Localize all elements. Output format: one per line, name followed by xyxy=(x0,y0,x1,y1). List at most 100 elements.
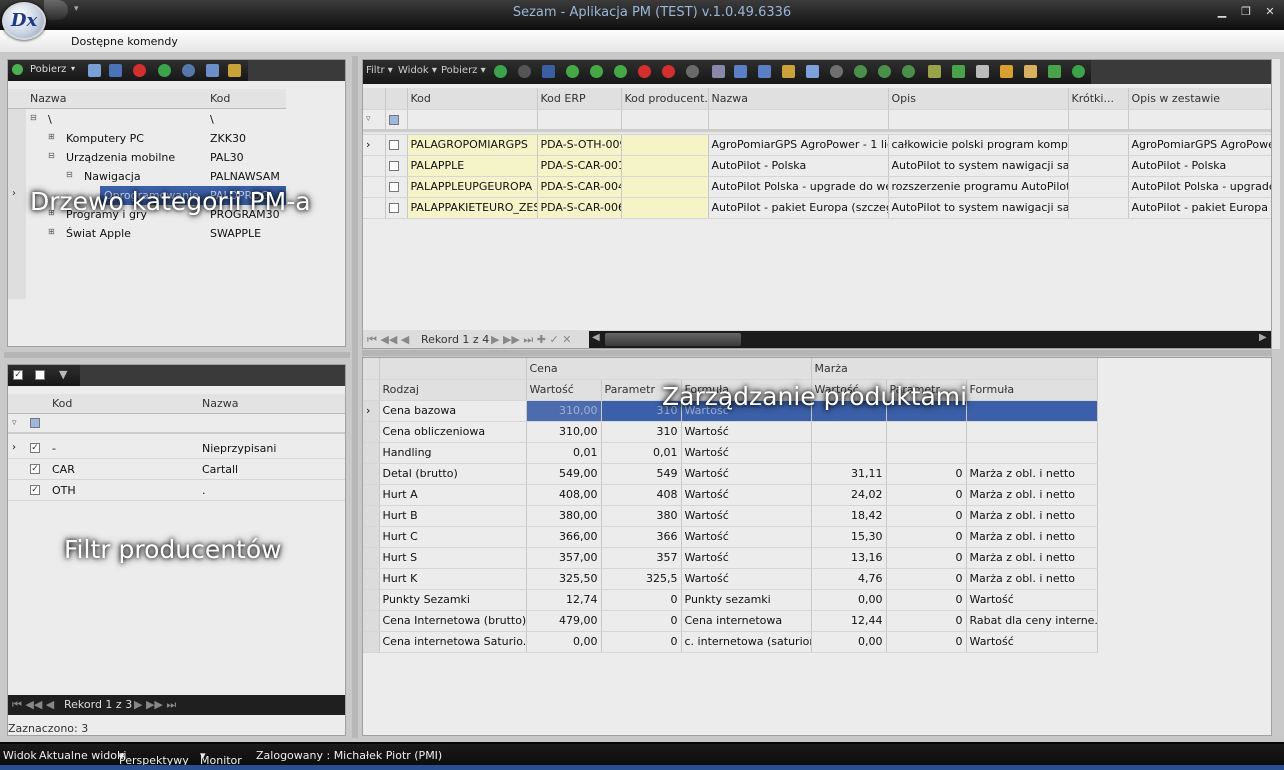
nav-next-icon[interactable]: ▶ ▶▶ ⏭ ✚ ✓ ✕ xyxy=(491,333,571,347)
expand-icon[interactable]: ⊞ xyxy=(48,132,55,141)
col-krotki[interactable]: Krótki... xyxy=(1068,88,1129,110)
row-checkbox[interactable] xyxy=(388,140,399,150)
scroll-left-icon[interactable]: ◀ xyxy=(592,332,600,343)
col-cena-wartosc[interactable]: Wartość xyxy=(526,379,602,401)
package2-icon[interactable] xyxy=(1024,65,1037,78)
product-row[interactable]: PALAPPLEUPGEUROPA PDA-S-CAR-004 AutoPilot … xyxy=(363,176,1271,198)
doc-icon[interactable] xyxy=(976,65,989,78)
doc-add-icon[interactable] xyxy=(928,65,941,78)
save-icon[interactable] xyxy=(542,65,555,78)
horizontal-scrollbar[interactable]: ◀ ▶ xyxy=(589,331,1271,348)
delete-icon[interactable] xyxy=(638,65,651,78)
row-checkbox[interactable] xyxy=(388,161,399,171)
price-row[interactable]: Hurt C 366,00 366 Wartość 15,30 0 Marża z obl.… xyxy=(363,526,1098,548)
doc-plus-icon[interactable] xyxy=(952,65,965,78)
producer-row[interactable]: ✓ CAR Cartall xyxy=(8,459,345,480)
collapse-icon[interactable]: ⊟ xyxy=(48,151,55,160)
tree-row[interactable]: ⊞ Świat Apple SWAPPLE xyxy=(30,224,286,243)
col-opis[interactable]: Opis xyxy=(888,88,1069,110)
refresh-icon[interactable] xyxy=(494,65,507,78)
edit2-icon[interactable] xyxy=(758,65,771,78)
producer-row[interactable]: ✓ OTH. xyxy=(8,480,345,501)
row-checkbox[interactable] xyxy=(388,203,399,213)
filtr-menu[interactable]: Filtr ▾ xyxy=(366,65,393,76)
tool-icon[interactable] xyxy=(712,65,725,78)
tree-col-code[interactable]: Kod xyxy=(210,92,230,105)
check-all-icon[interactable]: ✓ xyxy=(13,370,23,380)
copy-icon[interactable] xyxy=(614,65,627,78)
tree-row[interactable]: ⊟ \ \ xyxy=(30,110,286,129)
collapse-icon[interactable]: ⊟ xyxy=(66,170,73,179)
pobierz-dropdown-icon[interactable]: ▾ xyxy=(71,64,75,73)
price-row[interactable]: Hurt K 325,50 325,5 Wartość 4,76 0 Marża z obl… xyxy=(363,568,1098,590)
refresh-icon[interactable] xyxy=(158,64,171,77)
nav-next-icon[interactable]: ▶ ▶▶ ⏭ xyxy=(134,698,176,712)
col-opis-w-zestawie[interactable]: Opis w zestawie xyxy=(1128,88,1271,110)
widok-menu[interactable]: Widok ▾ xyxy=(398,65,437,76)
close-icon[interactable]: ✕ xyxy=(1260,4,1280,20)
col-rodzaj[interactable]: Rodzaj xyxy=(379,379,527,401)
package-icon[interactable] xyxy=(1000,65,1013,78)
price-row[interactable]: Hurt B 380,00 380 Wartość 18,42 0 Marża z obl.… xyxy=(363,505,1098,527)
status-perspektywy[interactable]: Perspektywy ▾ xyxy=(119,749,189,767)
minimize-icon[interactable]: ▁ xyxy=(1212,4,1232,20)
expand-icon[interactable] xyxy=(228,64,241,77)
scrollbar-thumb[interactable] xyxy=(605,333,741,346)
search-icon[interactable] xyxy=(88,64,101,77)
menu-available-commands[interactable]: Dostępne komendy xyxy=(71,35,178,48)
col-marza-formula[interactable]: Formuła xyxy=(966,379,1098,401)
price-row[interactable]: Hurt S 357,00 357 Wartość 13,16 0 Marża z obl.… xyxy=(363,547,1098,569)
go-icon[interactable] xyxy=(1072,65,1085,78)
tree-col-name[interactable]: Nazwa xyxy=(30,92,66,105)
price-row[interactable]: Handling 0,01 0,01 Wartość xyxy=(363,442,1098,464)
price-row[interactable]: Hurt A 408,00 408 Wartość 24,02 0 Marża z obl.… xyxy=(363,484,1098,506)
row-checkbox[interactable]: ✓ xyxy=(30,464,40,474)
col-kod-producenta[interactable]: Kod producent... xyxy=(621,88,709,110)
delete-icon[interactable] xyxy=(133,64,146,77)
vertical-scrollbar[interactable] xyxy=(1272,59,1280,349)
disabled-icon[interactable] xyxy=(686,65,699,78)
price-row[interactable]: Punkty Sezamki 12,74 0 Punkty sezamki 0,00 0 W… xyxy=(363,589,1098,611)
remove-icon[interactable] xyxy=(662,65,675,78)
nav-first-icon[interactable]: ⏮ ◀◀ ◀ xyxy=(367,333,409,347)
producer-filter-row[interactable]: ▿ xyxy=(8,414,345,434)
filter-icon[interactable] xyxy=(182,64,195,77)
collapse-icon[interactable]: ⊟ xyxy=(30,113,37,122)
undo-icon[interactable] xyxy=(518,65,531,78)
expand-icon[interactable] xyxy=(782,65,795,78)
producer-col-code[interactable]: Kod xyxy=(52,397,72,410)
expand-icon[interactable]: ⊞ xyxy=(48,227,55,236)
tree-row[interactable]: ⊟ Urządzenia mobilne PAL30 xyxy=(30,148,286,167)
producer-row[interactable]: › ✓ - Nieprzypisani xyxy=(8,438,345,459)
restore-icon[interactable]: ❐ xyxy=(1236,4,1256,20)
price-row[interactable]: Cena Internetowa (brutto) 479,00 0 Cena int… xyxy=(363,610,1098,632)
tree-row[interactable]: ⊞ Komputery PC ZKK30 xyxy=(30,129,286,148)
nav-first-icon[interactable]: ⏮ ◀◀ ◀ xyxy=(12,698,54,712)
col-kod[interactable]: Kod xyxy=(407,88,538,110)
price-row[interactable]: Cena internetowa Saturio... 0,00 0 c. inter… xyxy=(363,631,1098,653)
left-horizontal-splitter[interactable] xyxy=(4,352,350,358)
grid-icon[interactable] xyxy=(806,65,819,78)
col-nazwa[interactable]: Nazwa xyxy=(708,88,889,110)
status-aktualne-widoki[interactable]: Aktualne widoki xyxy=(39,749,126,762)
add-icon[interactable] xyxy=(566,65,579,78)
row-checkbox[interactable] xyxy=(388,182,399,192)
link-icon[interactable] xyxy=(830,65,843,78)
edit-icon[interactable] xyxy=(734,65,747,78)
price-row[interactable]: Detal (brutto) 549,00 549 Wartość 31,11 0 Marż… xyxy=(363,463,1098,485)
tree-icon[interactable] xyxy=(206,64,219,77)
edit-icon[interactable] xyxy=(109,64,122,77)
price-row[interactable]: Cena obliczeniowa 310,00 310 Wartość xyxy=(363,421,1098,443)
vertical-splitter[interactable] xyxy=(352,56,358,738)
product-row[interactable]: PALAPPAKIETEURO_ZEST PDA-S-CAR-006 AutoPil… xyxy=(363,197,1271,219)
pobierz-menu[interactable]: Pobierz ▾ xyxy=(441,65,486,76)
products-filter-row[interactable]: ▿ xyxy=(363,109,1271,131)
row-checkbox[interactable]: ✓ xyxy=(30,485,40,495)
users-icon[interactable] xyxy=(878,65,891,78)
filter-check-icon[interactable] xyxy=(30,418,40,428)
scroll-right-icon[interactable]: ▶ xyxy=(1259,332,1267,343)
product-row[interactable]: PALAPPLE PDA-S-CAR-001 AutoPilot - Polska A… xyxy=(363,155,1271,177)
add-icon[interactable] xyxy=(12,64,23,75)
col-kod-erp[interactable]: Kod ERP xyxy=(537,88,622,110)
users2-icon[interactable] xyxy=(902,65,915,78)
